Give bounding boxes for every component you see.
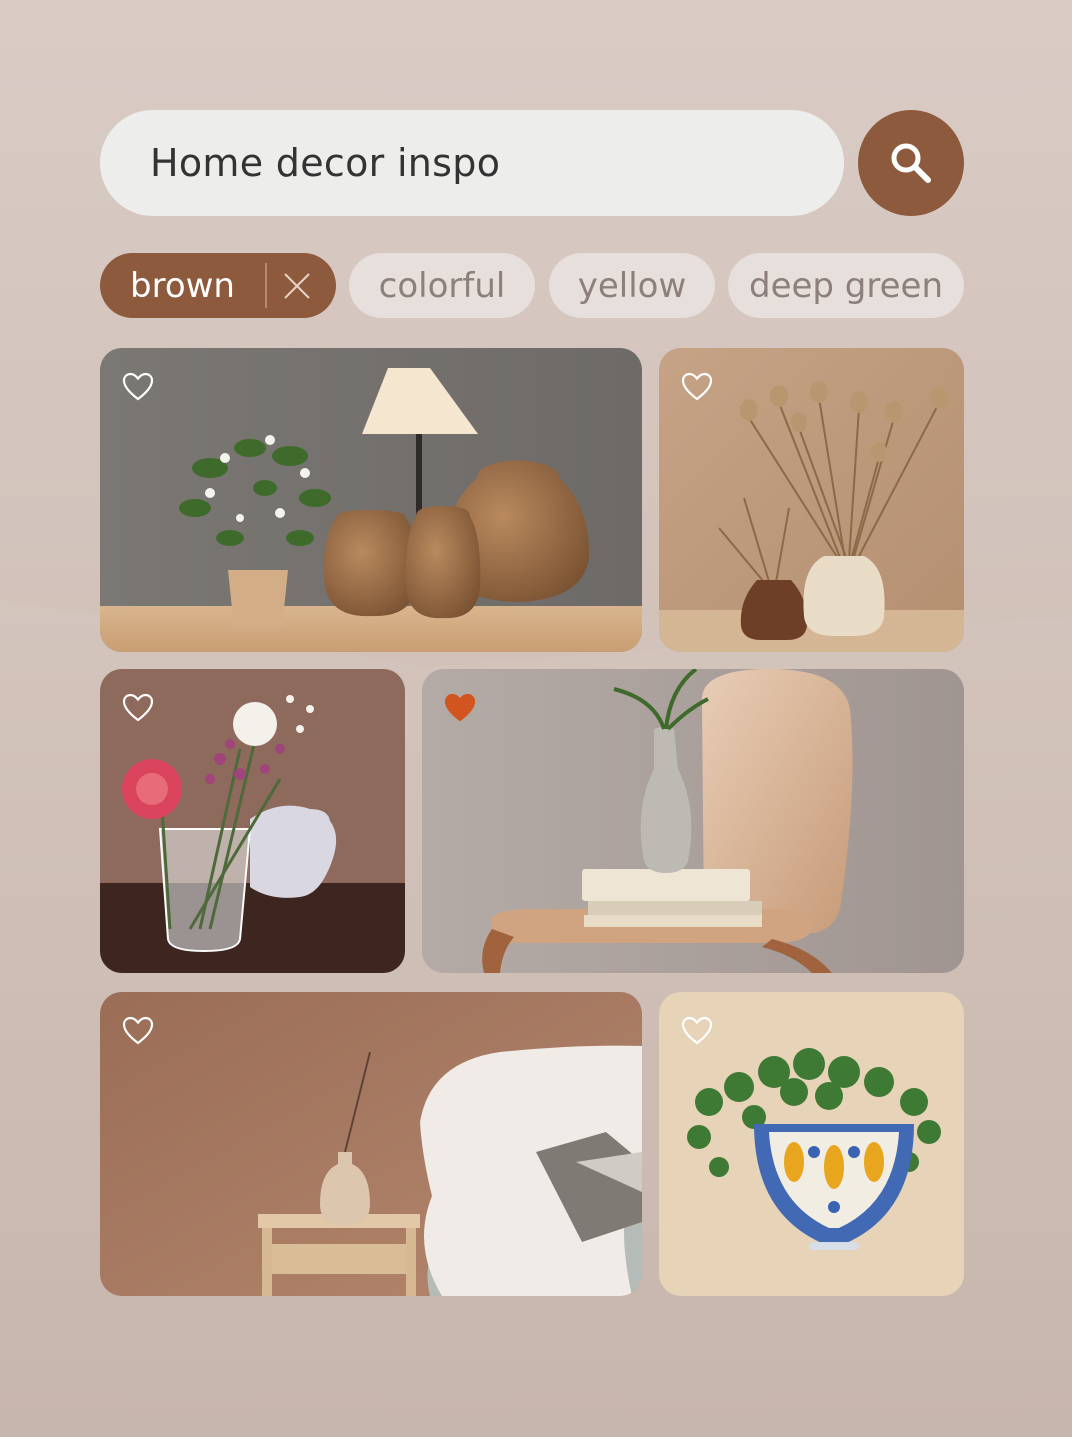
filter-chip-label: brown — [130, 265, 235, 306]
filter-chip-label: yellow — [577, 265, 687, 306]
result-image-5[interactable] — [100, 992, 642, 1296]
chair-books-photo — [422, 669, 964, 973]
result-image-6[interactable] — [659, 992, 964, 1296]
heart-icon[interactable] — [681, 1016, 713, 1046]
close-icon[interactable] — [282, 271, 312, 301]
result-image-1[interactable] — [100, 348, 642, 652]
filter-chip-deep-green[interactable]: deep green — [728, 253, 964, 318]
result-image-3[interactable] — [100, 669, 405, 973]
heart-icon[interactable] — [122, 1016, 154, 1046]
chip-divider — [265, 263, 267, 308]
filter-chip-brown[interactable]: brown — [100, 253, 336, 318]
filter-chip-label: deep green — [748, 265, 943, 306]
filter-chip-yellow[interactable]: yellow — [549, 253, 715, 318]
heart-icon[interactable] — [122, 693, 154, 723]
heart-icon[interactable] — [122, 372, 154, 402]
search-input[interactable]: Home decor inspo — [100, 110, 844, 216]
result-image-2[interactable] — [659, 348, 964, 652]
vases-lamp-photo — [100, 348, 642, 652]
search-bar: Home decor inspo — [100, 110, 964, 216]
filter-chip-label: colorful — [378, 265, 506, 306]
search-query: Home decor inspo — [150, 141, 501, 185]
heart-icon[interactable] — [681, 372, 713, 402]
result-image-4[interactable] — [422, 669, 964, 973]
search-button[interactable] — [858, 110, 964, 216]
heart-icon[interactable] — [444, 693, 476, 723]
search-icon — [891, 143, 931, 183]
filter-chip-colorful[interactable]: colorful — [349, 253, 535, 318]
side-table-throw-photo — [100, 992, 642, 1296]
